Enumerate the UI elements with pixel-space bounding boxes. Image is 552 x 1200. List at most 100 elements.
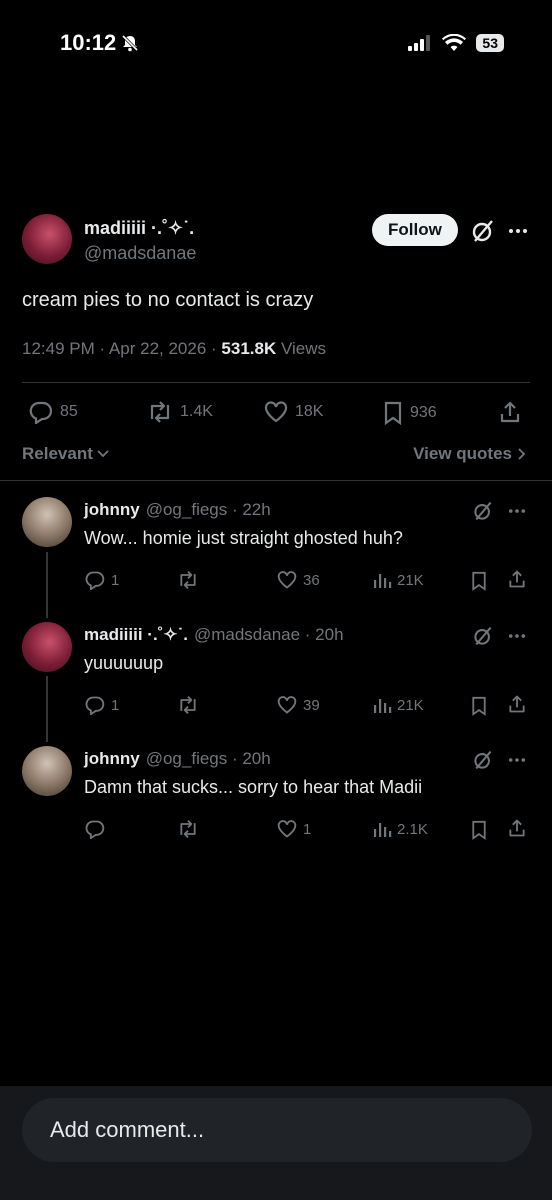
reply-text: Damn that sucks... sorry to hear that Ma… (84, 777, 423, 797)
status-time-text: 10:12 (60, 30, 117, 55)
reply-like-button[interactable]: 1 (276, 819, 311, 839)
chevron-down-icon (97, 450, 109, 458)
reply-avatar[interactable] (22, 746, 72, 796)
reply-reply-button[interactable]: 1 (84, 695, 119, 715)
views-count: 21K (397, 696, 424, 714)
views-icon (372, 819, 392, 839)
grok-icon[interactable] (472, 500, 494, 522)
thread-line (46, 676, 48, 742)
reply-retweet-button[interactable] (176, 570, 205, 590)
divider (22, 382, 530, 383)
bookmark-icon[interactable] (470, 695, 488, 717)
author-avatar[interactable] (22, 214, 72, 264)
battery-indicator: 53 (476, 34, 504, 52)
add-comment-input[interactable]: Add comment... (22, 1098, 532, 1162)
sort-label: Relevant (22, 444, 93, 463)
add-comment-placeholder: Add comment... (50, 1117, 205, 1142)
reply-icon (84, 570, 106, 590)
views-count: 2.1K (397, 820, 428, 838)
more-options-icon[interactable] (508, 633, 526, 639)
bookmark-icon (382, 400, 404, 426)
heart-icon (276, 819, 298, 839)
tweet-meta: 12:49 PM · Apr 22, 2026 · 531.8K Views (22, 339, 326, 359)
views-icon (372, 570, 392, 590)
author-handle[interactable]: @madsdanae (84, 243, 196, 264)
reply-avatar[interactable] (22, 497, 72, 547)
reply-header: johnny @og_fiegs · 20h (84, 749, 271, 769)
bookmark-icon[interactable] (470, 570, 488, 592)
reply-reply-button[interactable]: 1 (84, 570, 119, 590)
bell-slash-icon (120, 33, 140, 53)
reply-author-name[interactable]: johnny (84, 500, 140, 520)
reply-author-name[interactable]: johnny (84, 749, 140, 769)
reply-like-button[interactable]: 39 (276, 695, 320, 715)
more-options-icon[interactable] (508, 508, 526, 514)
author-name[interactable]: madiiiii ·.˚✧˙. (84, 218, 194, 239)
reply-author-handle[interactable]: @og_fiegs · 20h (146, 749, 271, 769)
reply-author-handle[interactable]: @madsdanae · 20h (194, 625, 344, 645)
reply-views[interactable]: 2.1K (372, 819, 428, 839)
signal-icon (408, 35, 432, 51)
divider (0, 480, 552, 481)
views-icon (372, 695, 392, 715)
views-count: 531.8K (221, 339, 277, 358)
reply-retweet-button[interactable] (176, 819, 205, 839)
retweet-button[interactable]: 1.4K (146, 400, 213, 424)
view-quotes-label: View quotes (413, 444, 512, 463)
grok-icon[interactable] (472, 749, 494, 771)
reply-text: Wow... homie just straight ghosted huh? (84, 528, 403, 548)
reply-button[interactable]: 85 (28, 400, 78, 424)
like-count: 39 (303, 696, 320, 714)
reply-views[interactable]: 21K (372, 570, 424, 590)
bookmark-count: 936 (410, 404, 437, 421)
reply-avatar[interactable] (22, 622, 72, 672)
views-label: Views (276, 339, 326, 358)
reply-icon (84, 695, 106, 715)
grok-icon[interactable] (470, 218, 496, 244)
retweet-icon (176, 819, 200, 839)
like-count: 36 (303, 571, 320, 589)
share-icon[interactable] (507, 818, 527, 838)
like-button[interactable]: 18K (263, 400, 323, 424)
share-icon[interactable] (507, 569, 527, 589)
grok-icon[interactable] (472, 625, 494, 647)
bookmark-button[interactable]: 936 (382, 400, 437, 426)
bookmark-icon[interactable] (470, 819, 488, 841)
wifi-icon (442, 34, 467, 52)
views-count: 21K (397, 571, 424, 589)
like-count: 18K (295, 403, 324, 420)
follow-button[interactable]: Follow (372, 214, 458, 246)
reply-author-name[interactable]: madiiiii ·.˚✧˙. (84, 625, 188, 645)
reply-count: 1 (111, 696, 120, 714)
status-indicators: 53 (408, 34, 504, 52)
thread-line (46, 552, 48, 618)
more-options-icon[interactable] (508, 757, 526, 763)
view-quotes-link[interactable]: View quotes (413, 444, 526, 464)
retweet-icon (176, 695, 200, 715)
share-icon[interactable] (507, 694, 527, 714)
status-time: 10:12 (60, 30, 140, 56)
reply-reply-button[interactable] (84, 819, 111, 839)
reply-count: 85 (60, 403, 78, 420)
reply-header: madiiiii ·.˚✧˙. @madsdanae · 20h (84, 625, 344, 645)
reply-views[interactable]: 21K (372, 695, 424, 715)
retweet-icon (176, 570, 200, 590)
heart-icon (263, 400, 289, 424)
retweet-count: 1.4K (180, 403, 213, 420)
tweet-timestamp: 12:49 PM · Apr 22, 2026 · (22, 339, 222, 358)
sort-dropdown[interactable]: Relevant (22, 444, 109, 464)
reply-icon (84, 819, 106, 839)
tweet-text: cream pies to no contact is crazy (22, 289, 314, 311)
retweet-icon (146, 400, 174, 424)
reply-retweet-button[interactable] (176, 695, 205, 715)
reply-icon (28, 400, 54, 424)
more-options-icon[interactable] (508, 228, 528, 234)
heart-icon (276, 570, 298, 590)
reply-like-button[interactable]: 36 (276, 570, 320, 590)
share-icon[interactable] (498, 400, 522, 424)
heart-icon (276, 695, 298, 715)
reply-count: 1 (111, 571, 120, 589)
like-count: 1 (303, 820, 312, 838)
reply-author-handle[interactable]: @og_fiegs · 22h (146, 500, 271, 520)
reply-text: yuuuuuup (84, 653, 164, 673)
